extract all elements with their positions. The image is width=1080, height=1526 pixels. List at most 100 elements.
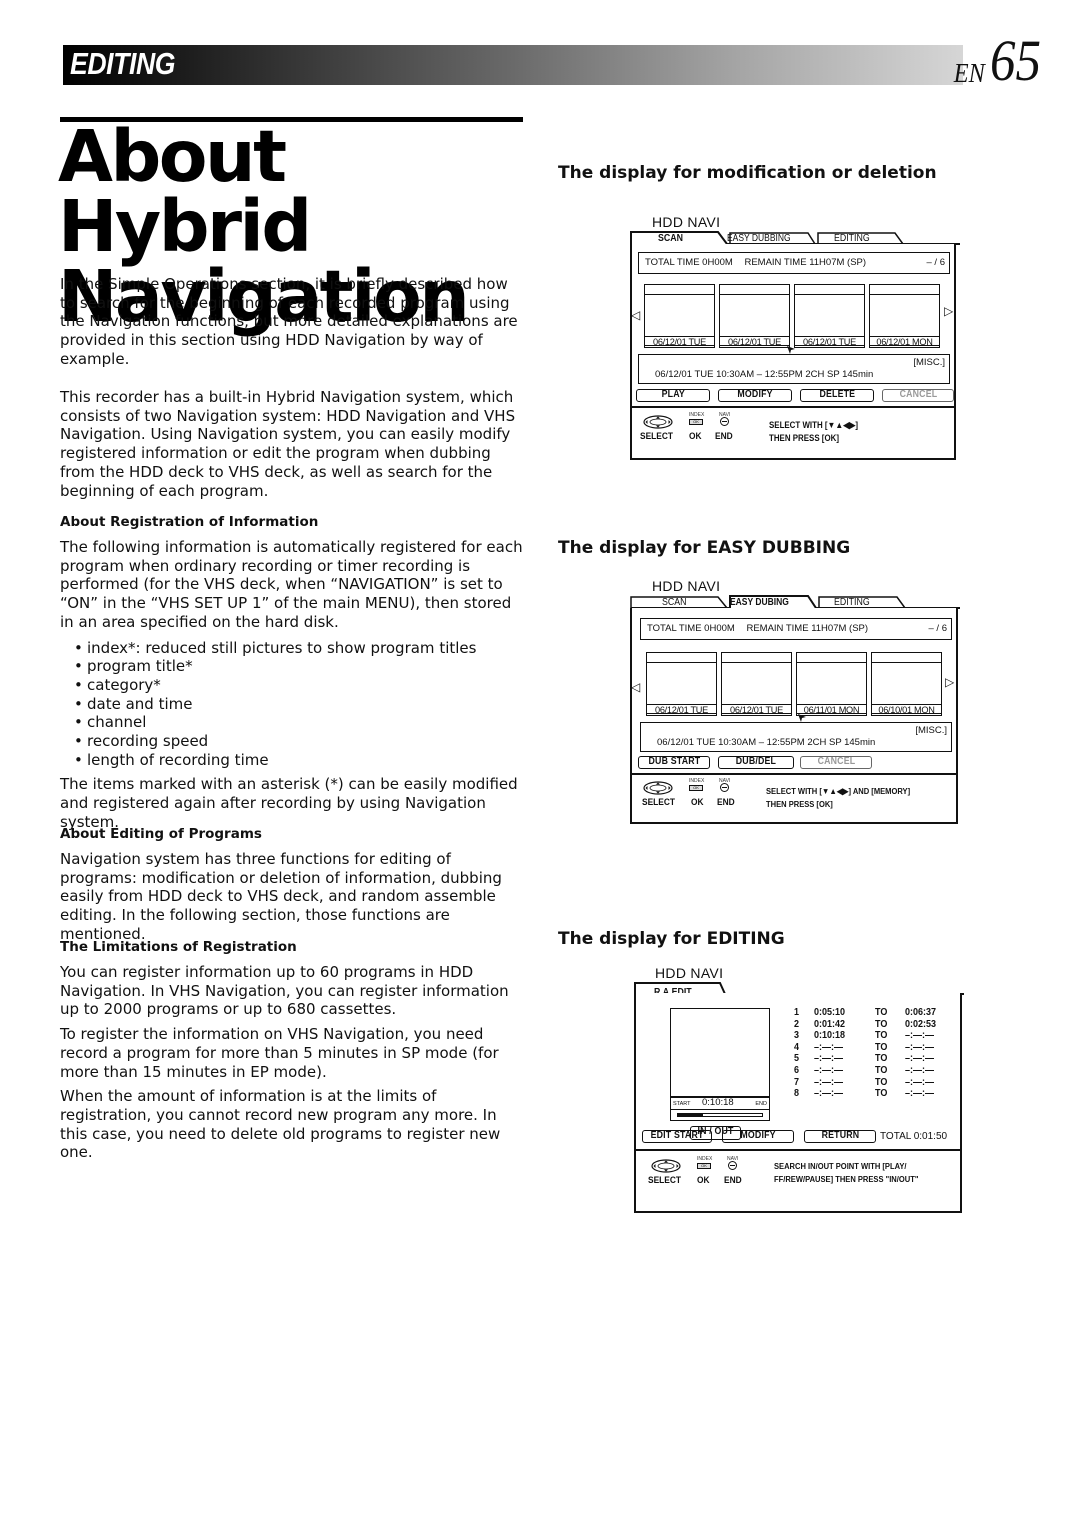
instruction-line: THEN PRESS [OK] [769, 433, 839, 443]
edit-point-out: –:—:— [905, 1064, 935, 1076]
instruction-line: SELECT WITH [▼▲◀▶] AND [MEMORY] [766, 786, 911, 796]
modify-heading: The display for modification or deletion [558, 163, 937, 183]
thumbnail-title-strip [797, 653, 866, 663]
modify-panel: TOTAL TIME 0H00M REMAIN TIME 11H07M (SP)… [630, 244, 956, 460]
timebar-labels: START 0:10:18 END [671, 1096, 769, 1109]
timebar-track-row [671, 1109, 769, 1120]
edit-start-button[interactable]: EDIT START [642, 1130, 712, 1143]
dubbing-detail-box: [MISC.] 06/12/01 TUE 10:30AM – 12:55PM 2… [640, 722, 952, 752]
modify-instructions: SELECT WITH [▼▲◀▶] THEN PRESS [OK] [769, 419, 858, 445]
modify-panel-label: HDD NAVI [652, 214, 721, 230]
prev-arrow-icon[interactable]: ◁ [631, 309, 640, 321]
registration-heading: About Registration of Information [60, 514, 319, 530]
page-number: 65 [990, 28, 1042, 93]
editing-heading: About Editing of Programs [60, 826, 262, 842]
play-button[interactable]: PLAY [636, 389, 710, 402]
edit-point-out: –:—:— [905, 1088, 935, 1100]
next-arrow-icon[interactable]: ▷ [945, 676, 954, 688]
prev-arrow-icon[interactable]: ◁ [631, 681, 640, 693]
edit-point-number: 4 [794, 1041, 800, 1053]
navi-key-icon [728, 1161, 737, 1170]
edit-point-number: 3 [794, 1030, 800, 1042]
limitations-p2: To register the information on VHS Navig… [60, 1025, 499, 1081]
return-button[interactable]: RETURN [804, 1130, 876, 1143]
registration-list-item: category* [74, 676, 525, 695]
registration-note: The items marked with an asterisk (*) ca… [60, 775, 518, 831]
registration-list-item: channel [74, 713, 525, 732]
index-label: INDEX [697, 1156, 713, 1162]
delete-button[interactable]: DELETE [800, 389, 874, 402]
thumbnail-title-strip [647, 653, 716, 663]
index-label: INDEX [689, 412, 705, 418]
timebar-track[interactable] [677, 1113, 763, 1117]
dubbing-category: [MISC.] [915, 725, 947, 736]
dub-del-button[interactable]: DUB/DEL [718, 756, 794, 769]
edit-point-number: 7 [794, 1076, 800, 1088]
to-label: TO [875, 1007, 888, 1018]
to-label: TO [875, 1018, 888, 1030]
instruction-line: SELECT WITH [▼▲◀▶] [769, 420, 859, 430]
limitations-section: The Limitations of Registration You can … [60, 939, 525, 1162]
registration-list-item: recording speed [74, 732, 525, 751]
dubbing-tab-scan[interactable]: SCAN [662, 597, 686, 608]
modify-time-info: TOTAL TIME 0H00M REMAIN TIME 11H07M (SP)… [638, 252, 950, 274]
cursor-icon [786, 342, 795, 354]
thumbnail-date: 06/12/01 MON [869, 336, 940, 348]
modify-tab-easy-dubbing[interactable]: EASY DUBBING [727, 233, 791, 244]
registration-list-item: date and time [74, 695, 525, 714]
edit-point-in: –:—:— [814, 1064, 844, 1076]
cancel-button[interactable]: CANCEL [882, 389, 954, 402]
edit-point-out: –:—:— [905, 1030, 935, 1042]
next-arrow-icon[interactable]: ▷ [944, 305, 953, 317]
thumbnail-date: 06/12/01 TUE [719, 336, 790, 348]
editing-divider [636, 1149, 960, 1151]
edit-point-number: 5 [794, 1053, 800, 1065]
editing-section: About Editing of Programs Navigation sys… [60, 826, 525, 944]
end-label: END [717, 797, 735, 808]
ok-label: OK [689, 431, 702, 442]
thumbnail-title-strip [722, 653, 791, 663]
edit-point-out: –:—:— [905, 1053, 935, 1065]
intro-text: In the Simple Operations section, it is … [60, 275, 518, 368]
to-label: TO [875, 1030, 888, 1042]
dubbing-divider [632, 773, 956, 775]
edit-point-number: 6 [794, 1064, 800, 1076]
ok-key-icon: OK [689, 785, 703, 791]
intro-paragraph: In the Simple Operations section, it is … [60, 275, 525, 369]
dubbing-tab-editing[interactable]: EDITING [834, 597, 870, 608]
dubbing-instructions: SELECT WITH [▼▲◀▶] AND [MEMORY] THEN PRE… [766, 785, 910, 811]
thumbnail-title-strip [872, 653, 941, 663]
registration-body: The following information is automatical… [60, 538, 523, 631]
select-label: SELECT [642, 797, 675, 808]
end-label: END [715, 431, 733, 442]
timebar: START 0:10:18 END [670, 1096, 770, 1121]
dub-start-button[interactable]: DUB START [638, 756, 710, 769]
navi-key-icon [720, 417, 729, 426]
ok-label: OK [697, 1175, 710, 1186]
dubbing-tab-easy-dubbing[interactable]: EASY DUBING [730, 597, 789, 608]
ok-key-icon: OK [689, 419, 703, 425]
edit-point-in: –:—:— [814, 1088, 844, 1100]
edit-point-number: 1 [794, 1007, 800, 1018]
to-label: TO [875, 1076, 888, 1088]
page-title-line1: About Hybrid [58, 115, 312, 268]
thumbnail-title-strip [870, 285, 939, 295]
edit-point-out: 0:02:53 [905, 1018, 937, 1030]
modify-category: [MISC.] [913, 357, 945, 368]
instruction-line: THEN PRESS [OK] [766, 799, 833, 809]
modify-button[interactable]: MODIFY [718, 389, 792, 402]
edit-point-number: 8 [794, 1088, 800, 1100]
modify-tab-scan[interactable]: SCAN [658, 233, 683, 244]
dubbing-panel: TOTAL TIME 0H00M REMAIN TIME 11H07M (SP)… [630, 608, 958, 824]
instruction-line: SEARCH IN/OUT POINT WITH [PLAY/ [774, 1161, 907, 1171]
modify-button[interactable]: MODIFY [722, 1130, 794, 1143]
thumbnail-date: 06/12/01 TUE [644, 336, 715, 348]
modify-tab-editing[interactable]: EDITING [834, 233, 870, 244]
edit-point-in: 0:10:18 [814, 1030, 846, 1042]
limitations-p3: When the amount of information is at the… [60, 1087, 501, 1162]
dubbing-panel-label: HDD NAVI [652, 578, 721, 594]
cancel-button[interactable]: CANCEL [800, 756, 872, 769]
dubbing-page-count: – / 6 [928, 623, 948, 634]
timebar-time: 0:10:18 [702, 1097, 734, 1108]
to-label: TO [875, 1088, 888, 1100]
